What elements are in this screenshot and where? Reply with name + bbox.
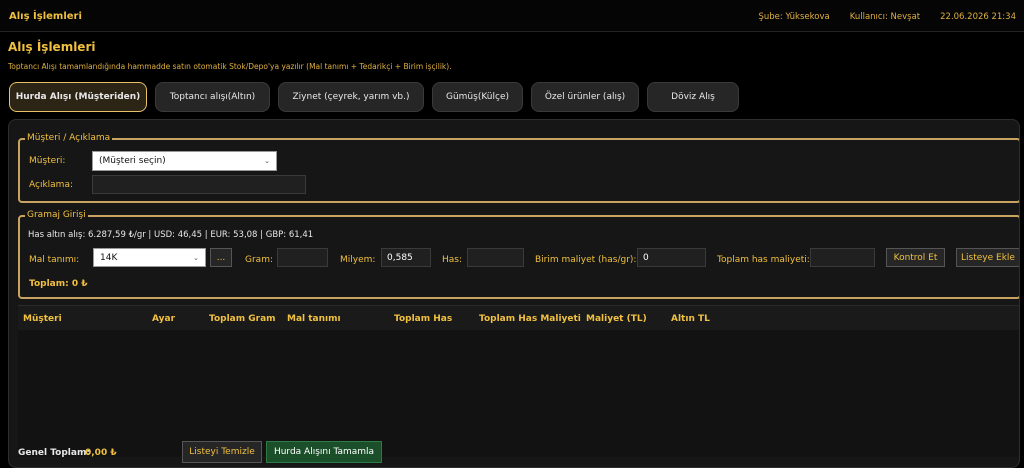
title-bar: Alış İşlemleri Şube: Yüksekova Kullanıcı… — [0, 0, 1024, 32]
grand-total-label: Genel Toplam: — [18, 448, 90, 458]
col-toplam-has-maliyeti[interactable]: Toplam Has Maliyeti — [479, 314, 581, 324]
has-input[interactable] — [467, 248, 524, 267]
tab-hurda-alisi[interactable]: Hurda Alışı (Müşteriden) — [9, 82, 147, 112]
mal-select-value: 14K — [100, 252, 118, 263]
session-info: Şube: Yüksekova Kullanıcı: Nevşat 22.06.… — [758, 12, 1016, 22]
col-altin-tl[interactable]: Altın TL — [671, 314, 710, 324]
col-musteri[interactable]: Müşteri — [23, 314, 62, 324]
datetime-label: 22.06.2026 21:34 — [940, 12, 1016, 22]
tab-ziynet[interactable]: Ziynet (çeyrek, yarım vb.) — [278, 82, 424, 112]
chevron-down-icon: ⌄ — [264, 157, 270, 165]
check-button[interactable]: Kontrol Et — [886, 248, 945, 267]
gram-total-label: Toplam: 0 ₺ — [29, 279, 88, 289]
mal-browse-button[interactable]: ... — [210, 248, 232, 267]
note-input[interactable] — [92, 175, 306, 194]
gram-legend: Gramaj Girişi — [25, 210, 88, 220]
note-label: Açıklama: — [29, 180, 73, 190]
customer-select-value: (Müşteri seçin) — [99, 156, 166, 166]
page-title: Alış İşlemleri — [8, 40, 96, 54]
gram-entry-fieldset: Gramaj Girişi Has altın alış: 6.287,59 ₺… — [18, 210, 1019, 299]
col-maliyet-tl[interactable]: Maliyet (TL) — [586, 314, 647, 324]
has-label: Has: — [442, 255, 463, 265]
rates-text: Has altın alış: 6.287,59 ₺/gr | USD: 46,… — [28, 230, 314, 240]
user-label: Kullanıcı: Nevşat — [849, 12, 921, 22]
customer-legend: Müşteri / Açıklama — [25, 133, 113, 143]
table-header: Müşteri Ayar Toplam Gram Mal tanımı Topl… — [18, 306, 1019, 330]
app-title: Alış İşlemleri — [9, 11, 82, 22]
tab-doviz-alis[interactable]: Döviz Alış — [647, 82, 739, 112]
mal-select[interactable]: 14K ⌄ — [93, 248, 206, 267]
col-toplam-has[interactable]: Toplam Has — [394, 314, 452, 324]
milyem-input[interactable]: 0,585 — [381, 248, 431, 267]
mal-label: Mal tanımı: — [29, 255, 80, 265]
branch-label: Şube: Yüksekova — [758, 12, 830, 22]
tab-ozel-urunler[interactable]: Özel ürünler (alış) — [531, 82, 639, 112]
tab-toptanci-alisi[interactable]: Toptancı alışı(Altın) — [155, 82, 270, 112]
col-ayar[interactable]: Ayar — [152, 314, 175, 324]
gram-input[interactable] — [277, 248, 328, 267]
main-panel: Müşteri / Açıklama Müşteri: (Müşteri seç… — [8, 119, 1020, 468]
unit-cost-label: Birim maliyet (has/gr): — [535, 255, 637, 265]
col-mal-tanimi[interactable]: Mal tanımı — [287, 314, 341, 324]
col-toplam-gram[interactable]: Toplam Gram — [209, 314, 276, 324]
add-to-list-button[interactable]: Listeye Ekle — [956, 248, 1019, 267]
page-subtitle: Toptancı Alışı tamamlandığında hammadde … — [8, 62, 452, 71]
customer-fieldset: Müşteri / Açıklama Müşteri: (Müşteri seç… — [18, 133, 1019, 203]
tab-gumus[interactable]: Gümüş(Külçe) — [432, 82, 523, 112]
gram-label: Gram: — [245, 255, 273, 265]
milyem-label: Milyem: — [340, 255, 376, 265]
chevron-down-icon: ⌄ — [193, 253, 199, 262]
purchase-table[interactable]: Müşteri Ayar Toplam Gram Mal tanımı Topl… — [18, 305, 1019, 457]
purchase-type-tabs: Hurda Alışı (Müşteriden) Toptancı alışı(… — [9, 82, 747, 112]
grand-total-value: 0,00 ₺ — [85, 448, 117, 458]
total-has-cost-label: Toplam has maliyeti: — [717, 255, 810, 265]
clear-list-button[interactable]: Listeyi Temizle — [182, 441, 262, 463]
total-has-cost-input[interactable] — [810, 248, 875, 267]
customer-select[interactable]: (Müşteri seçin) ⌄ — [92, 151, 277, 171]
unit-cost-input[interactable]: 0 — [637, 248, 706, 267]
customer-label: Müşteri: — [29, 156, 66, 166]
complete-purchase-button[interactable]: Hurda Alışını Tamamla — [266, 441, 382, 463]
